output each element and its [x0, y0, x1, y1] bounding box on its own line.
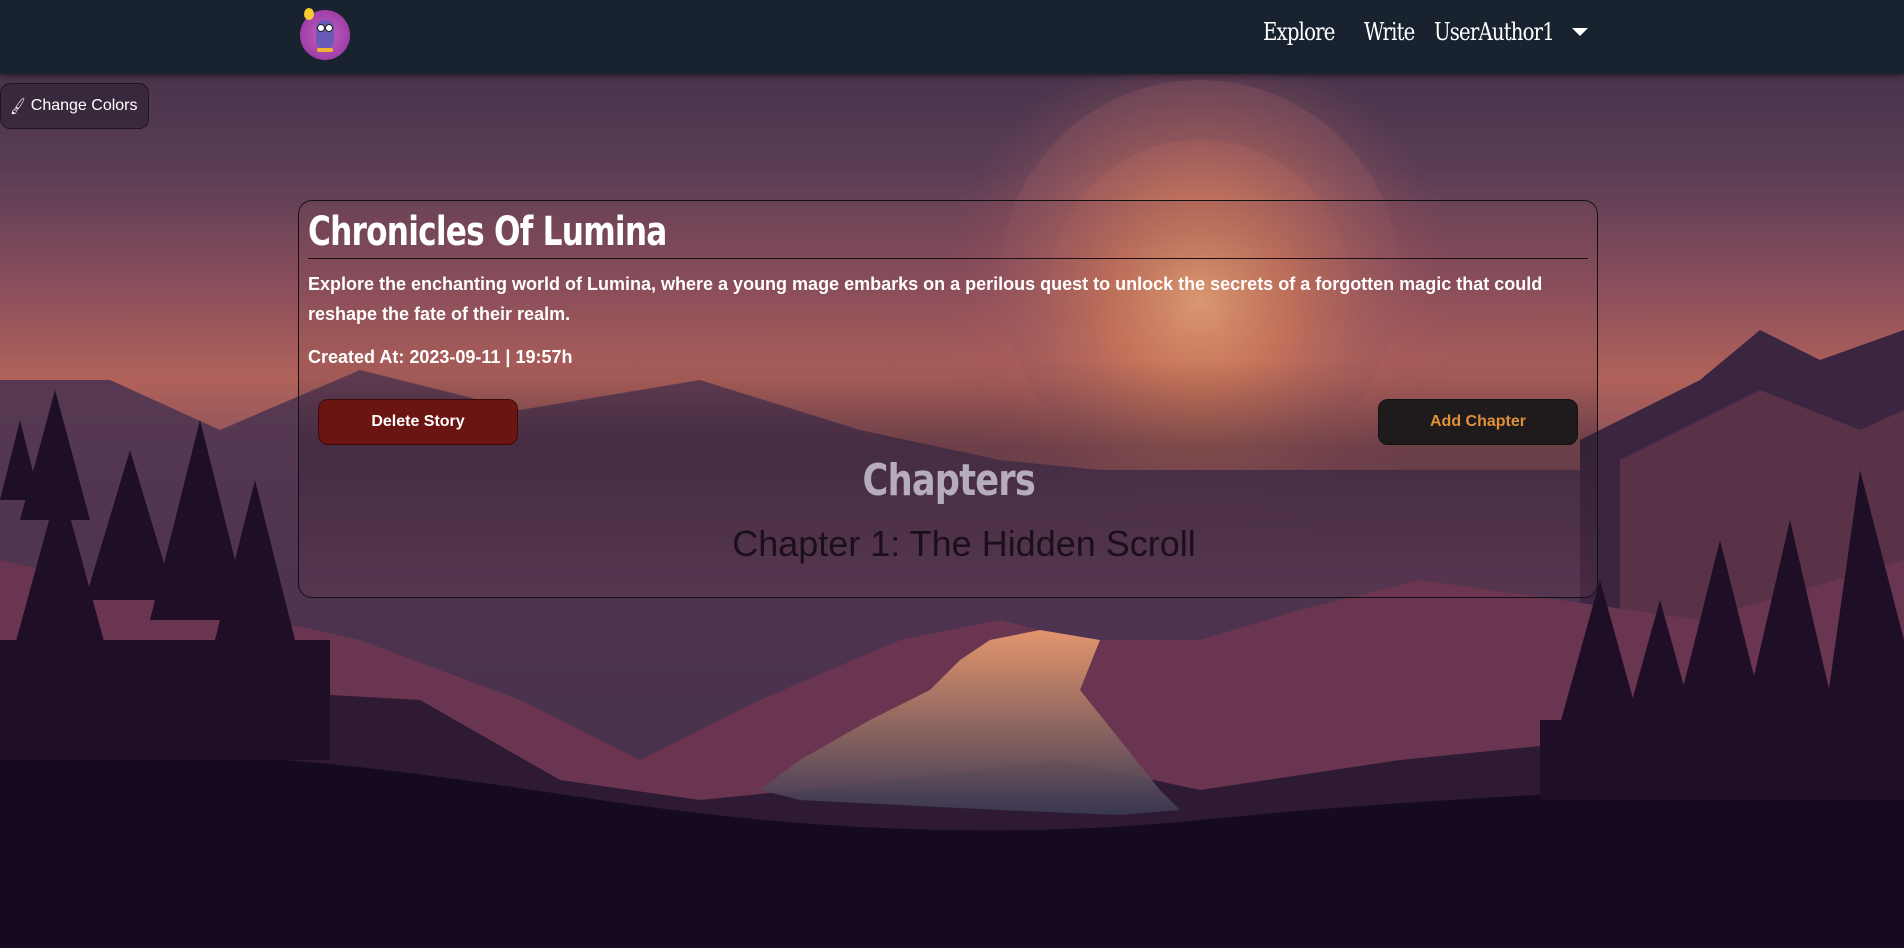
story-created-at: Created At: 2023-09-11 | 19:57h [308, 347, 573, 367]
owl-eye-left [317, 24, 325, 32]
chapters-heading-text: Chapters [862, 455, 1036, 506]
title-divider [308, 258, 1588, 259]
story-description: Explore the enchanting world of Lumina, … [308, 274, 1543, 324]
delete-story-button[interactable]: Delete Story [318, 399, 518, 445]
nav-write-link[interactable]: Write [1364, 18, 1415, 46]
brush-icon: 🖌︎ [7, 96, 28, 115]
chevron-down-icon[interactable] [1572, 28, 1588, 36]
change-colors-label: Change Colors [30, 97, 138, 114]
story-title: Chronicles Of Lumina [308, 209, 667, 255]
user-menu-dropdown[interactable]: UserAuthor1 [1434, 18, 1588, 46]
owl-logo[interactable] [300, 8, 350, 60]
nav-explore-link[interactable]: Explore [1263, 18, 1335, 46]
owl-eye-right [325, 24, 333, 32]
top-navbar: Explore Write UserAuthor1 [0, 0, 1904, 74]
page-background: Explore Write UserAuthor1 🖌︎ Change Colo… [0, 0, 1904, 948]
add-chapter-button[interactable]: Add Chapter [1378, 399, 1578, 445]
story-card: Chronicles Of Lumina Explore the enchant… [298, 200, 1598, 598]
lightbulb-icon [304, 8, 314, 20]
user-menu-label[interactable]: UserAuthor1 [1434, 18, 1555, 46]
chapters-heading: Chapters [299, 455, 1599, 506]
owl-feet [317, 48, 333, 52]
nav-links: Explore Write UserAuthor1 [1263, 18, 1588, 46]
change-colors-button[interactable]: 🖌︎ Change Colors [0, 83, 149, 129]
chapter-link[interactable]: Chapter 1: The Hidden Scroll [299, 523, 1629, 565]
